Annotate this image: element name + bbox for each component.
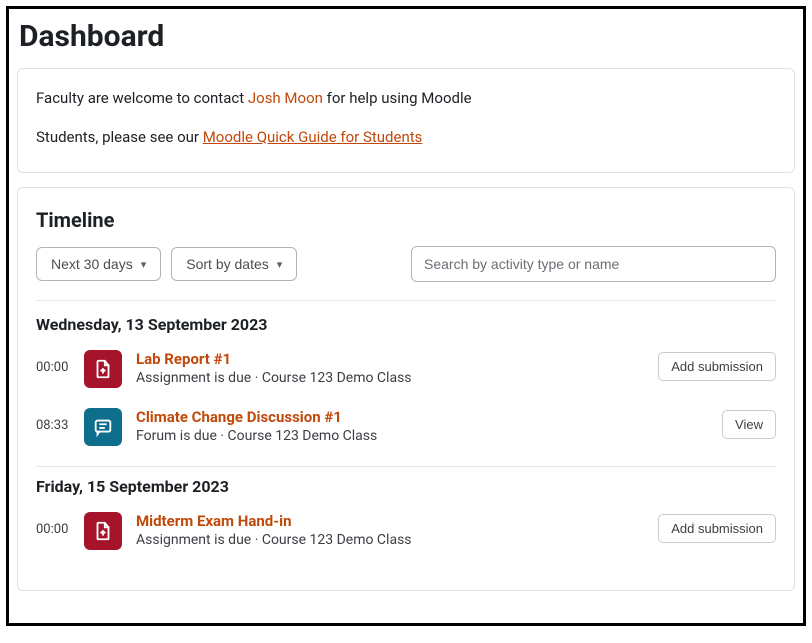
forum-icon	[84, 408, 122, 446]
event-time: 00:00	[36, 350, 84, 375]
quick-guide-link[interactable]: Moodle Quick Guide for Students	[203, 128, 423, 146]
view-button[interactable]: View	[722, 410, 776, 439]
sort-dropdown[interactable]: Sort by dates ▾	[171, 247, 297, 281]
event-subtitle: Assignment is due · Course 123 Demo Clas…	[136, 370, 658, 386]
event-subtitle: Assignment is due · Course 123 Demo Clas…	[136, 532, 658, 548]
add-submission-button[interactable]: Add submission	[658, 514, 776, 543]
divider	[36, 466, 776, 467]
timeline-search-input[interactable]	[411, 246, 776, 282]
assignment-icon	[84, 512, 122, 550]
event-time: 00:00	[36, 512, 84, 537]
sort-label: Sort by dates	[186, 256, 269, 272]
contact-link[interactable]: Josh Moon	[248, 89, 323, 107]
event-title[interactable]: Lab Report #1	[136, 350, 658, 368]
day-group: Wednesday, 13 September 2023 00:00 Lab R…	[36, 315, 776, 460]
event-subtitle: Forum is due · Course 123 Demo Class	[136, 428, 722, 444]
notice-text: for help using Moodle	[323, 89, 472, 107]
timeline-card: Timeline Next 30 days ▾ Sort by dates ▾ …	[17, 187, 795, 591]
timeline-event: 08:33 Climate Change Discussion #1 Forum…	[36, 402, 776, 460]
range-filter-label: Next 30 days	[51, 256, 133, 272]
notice-line-faculty: Faculty are welcome to contact Josh Moon…	[36, 87, 776, 110]
timeline-event: 00:00 Midterm Exam Hand-in Assignment is…	[36, 506, 776, 564]
event-title[interactable]: Climate Change Discussion #1	[136, 408, 722, 426]
range-filter-dropdown[interactable]: Next 30 days ▾	[36, 247, 161, 281]
notice-line-students: Students, please see our Moodle Quick Gu…	[36, 126, 776, 149]
day-heading: Friday, 15 September 2023	[36, 477, 776, 496]
notice-text: Students, please see our	[36, 128, 203, 146]
page-title: Dashboard	[19, 19, 795, 54]
notice-text: Faculty are welcome to contact	[36, 89, 248, 107]
timeline-title: Timeline	[36, 208, 776, 232]
event-title[interactable]: Midterm Exam Hand-in	[136, 512, 658, 530]
add-submission-button[interactable]: Add submission	[658, 352, 776, 381]
timeline-event: 00:00 Lab Report #1 Assignment is due · …	[36, 344, 776, 402]
day-group: Friday, 15 September 2023 00:00 Midterm …	[36, 477, 776, 564]
timeline-controls: Next 30 days ▾ Sort by dates ▾	[36, 246, 776, 282]
assignment-icon	[84, 350, 122, 388]
divider	[36, 300, 776, 301]
chevron-down-icon: ▾	[277, 258, 283, 271]
chevron-down-icon: ▾	[141, 258, 147, 271]
day-heading: Wednesday, 13 September 2023	[36, 315, 776, 334]
notice-card: Faculty are welcome to contact Josh Moon…	[17, 68, 795, 173]
event-time: 08:33	[36, 408, 84, 433]
